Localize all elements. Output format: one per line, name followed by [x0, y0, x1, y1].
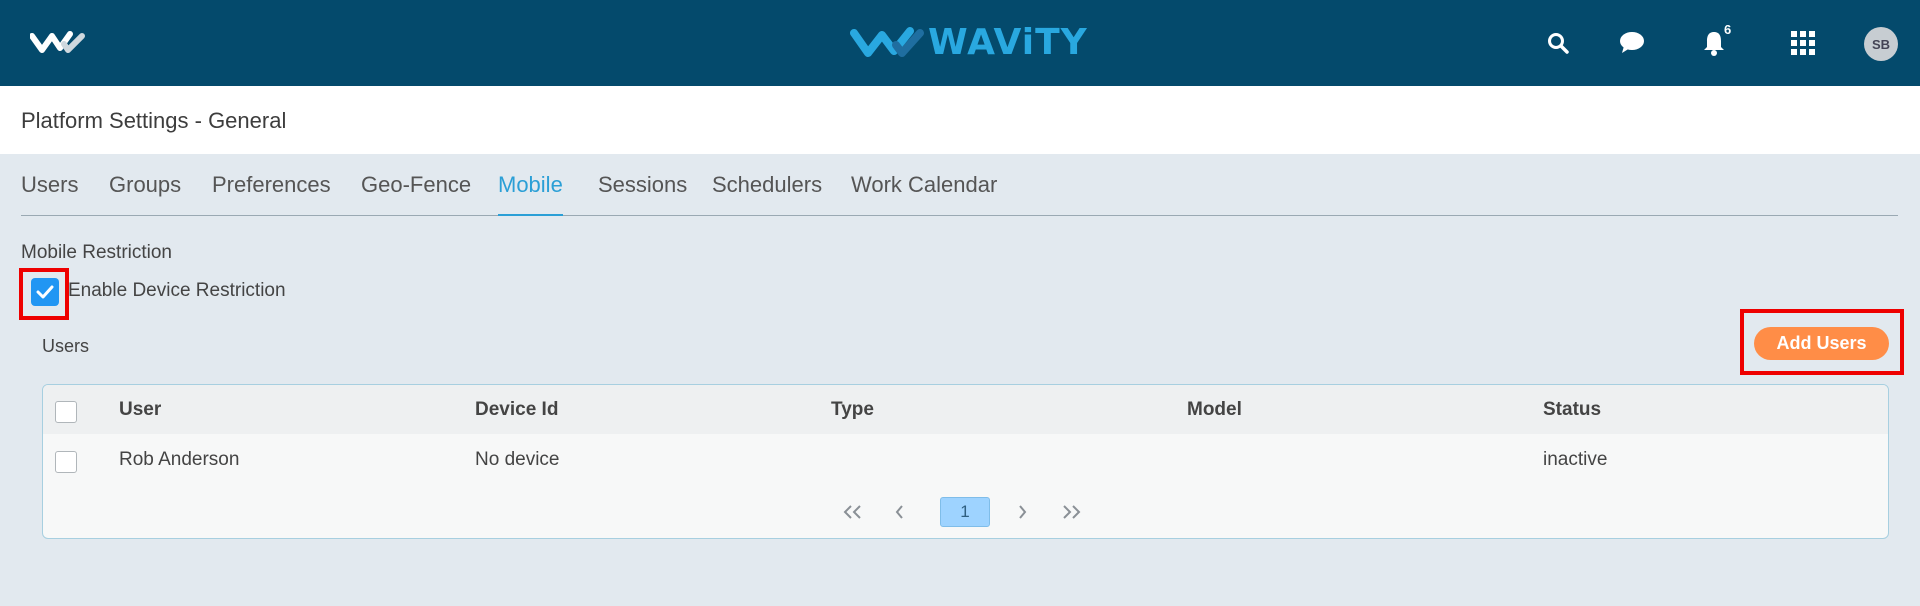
- double-chevron-left-icon: [843, 505, 861, 519]
- chevron-right-icon: [1019, 505, 1027, 519]
- users-table: User Device Id Type Model Status Rob And…: [42, 384, 1889, 539]
- table-header: User Device Id Type Model Status: [43, 385, 1888, 434]
- mobile-restriction-heading: Mobile Restriction: [21, 242, 172, 263]
- cell-user: Rob Anderson: [119, 449, 240, 470]
- chevron-left-icon: [895, 505, 903, 519]
- apps-grid-icon: [1791, 31, 1815, 55]
- cell-status: inactive: [1543, 449, 1608, 470]
- user-avatar[interactable]: SB: [1864, 27, 1898, 61]
- column-header-model[interactable]: Model: [1187, 399, 1242, 421]
- double-chevron-right-icon: [1063, 505, 1081, 519]
- row-select-checkbox[interactable]: [55, 451, 77, 473]
- search-button[interactable]: [1541, 26, 1575, 60]
- logo-icon[interactable]: [30, 30, 86, 56]
- previous-page-button[interactable]: [888, 497, 912, 527]
- tab-geo-fence[interactable]: Geo-Fence: [361, 172, 471, 216]
- search-icon: [1548, 33, 1569, 54]
- brand-logo: WAViTY: [850, 21, 1088, 63]
- tab-schedulers[interactable]: Schedulers: [712, 172, 822, 216]
- enable-device-restriction-label: Enable Device Restriction: [68, 280, 286, 301]
- last-page-button[interactable]: [1056, 497, 1086, 527]
- column-header-user[interactable]: User: [119, 399, 161, 421]
- tab-groups[interactable]: Groups: [109, 172, 181, 216]
- chat-icon: [1620, 32, 1644, 53]
- apps-grid-button[interactable]: [1786, 26, 1820, 60]
- settings-tabs: Users Groups Preferences Geo-Fence Mobil…: [21, 168, 1898, 216]
- page-header: Platform Settings - General: [0, 86, 1920, 154]
- tab-sessions[interactable]: Sessions: [598, 172, 687, 216]
- page-number-current[interactable]: 1: [940, 497, 990, 527]
- brand-name: WAViTY: [928, 21, 1088, 63]
- brand-mark-icon: [850, 27, 924, 57]
- add-users-highlight-frame: [1740, 309, 1904, 375]
- chat-button[interactable]: [1615, 26, 1649, 60]
- checkbox-highlight-frame: [19, 268, 69, 320]
- tab-mobile[interactable]: Mobile: [498, 172, 563, 216]
- column-header-status[interactable]: Status: [1543, 399, 1601, 421]
- column-header-device-id[interactable]: Device Id: [475, 399, 558, 421]
- tab-preferences[interactable]: Preferences: [212, 172, 331, 216]
- column-header-type[interactable]: Type: [831, 399, 874, 421]
- page-title: Platform Settings - General: [21, 108, 287, 133]
- bell-icon: [1704, 32, 1724, 56]
- tab-work-calendar[interactable]: Work Calendar: [851, 172, 997, 216]
- users-section-label: Users: [42, 336, 90, 356]
- next-page-button[interactable]: [1010, 497, 1034, 527]
- top-navigation-bar: WAViTY 6 SB: [0, 0, 1920, 86]
- cell-device-id: No device: [475, 449, 560, 470]
- tab-users[interactable]: Users: [21, 172, 78, 216]
- first-page-button[interactable]: [838, 497, 868, 527]
- select-all-checkbox[interactable]: [55, 401, 77, 423]
- notification-badge: 6: [1724, 22, 1732, 37]
